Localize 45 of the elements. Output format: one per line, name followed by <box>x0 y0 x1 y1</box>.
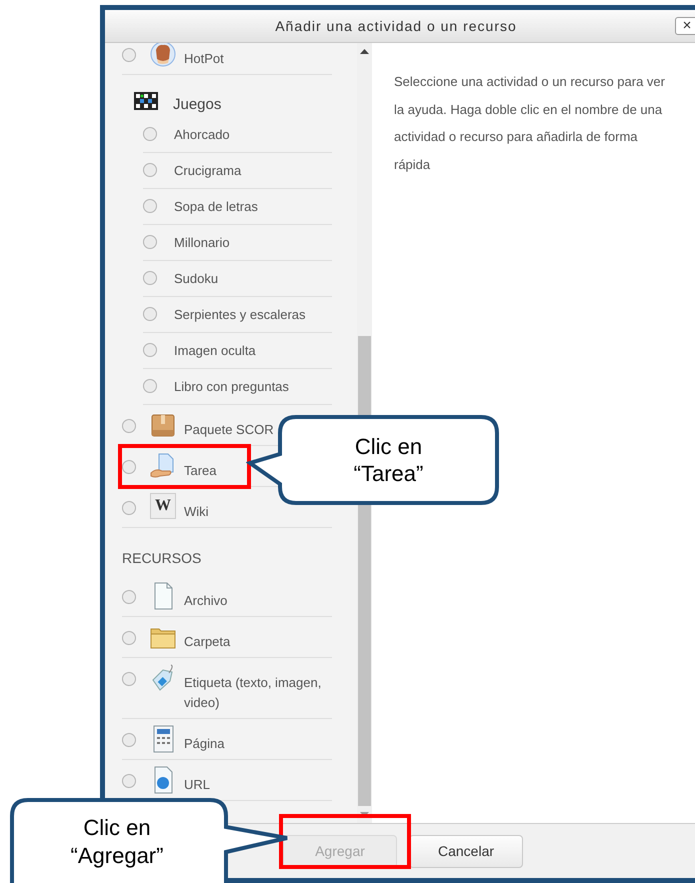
activity-label[interactable]: Carpeta <box>184 623 332 652</box>
activity-label[interactable]: Millonario <box>174 230 332 255</box>
radio-button[interactable] <box>143 127 157 141</box>
hand-document-icon <box>150 452 176 480</box>
activity-label[interactable]: Libro con preguntas <box>174 374 332 399</box>
radio-button[interactable] <box>143 235 157 249</box>
section-heading: RECURSOS <box>122 549 202 568</box>
radio-button[interactable] <box>143 343 157 357</box>
radio-button[interactable] <box>122 631 136 645</box>
fist-icon <box>150 43 176 68</box>
radio-button[interactable] <box>122 733 136 747</box>
radio-button[interactable] <box>143 307 157 321</box>
callout-text: Clic en “Tarea” <box>352 432 424 488</box>
activity-label[interactable]: Sopa de letras <box>174 194 332 219</box>
scroll-down-icon[interactable] <box>360 812 369 817</box>
activity-label[interactable]: Crucigrama <box>174 158 332 183</box>
radio-button[interactable] <box>122 774 136 788</box>
activity-label[interactable]: HotPot <box>184 43 332 69</box>
group-heading: Juegos <box>173 94 222 112</box>
radio-button[interactable] <box>122 590 136 604</box>
cancel-button[interactable]: Cancelar <box>409 834 523 868</box>
radio-button[interactable] <box>122 460 136 474</box>
radio-button[interactable] <box>122 501 136 515</box>
activity-label[interactable]: Etiqueta (texto, imagen, video) <box>184 664 332 713</box>
activity-label[interactable]: Serpientes y escaleras <box>174 302 332 327</box>
activity-label[interactable]: Imagen oculta <box>174 338 332 363</box>
radio-button[interactable] <box>143 199 157 213</box>
activity-label[interactable]: Archivo <box>184 582 332 611</box>
activity-label[interactable]: URL <box>184 766 332 795</box>
radio-button[interactable] <box>143 163 157 177</box>
scroll-up-icon[interactable] <box>360 49 369 54</box>
radio-button[interactable] <box>143 271 157 285</box>
dialog-title: Añadir una actividad o un recurso <box>274 18 518 34</box>
wiki-icon: W <box>150 493 176 519</box>
activity-label[interactable]: Ahorcado <box>174 122 332 147</box>
radio-button[interactable] <box>122 419 136 433</box>
radio-button[interactable] <box>143 379 157 393</box>
activity-label[interactable]: Página <box>184 725 332 754</box>
radio-button[interactable] <box>122 672 136 686</box>
activity-label[interactable]: Wiki <box>184 493 332 522</box>
close-button[interactable]: × <box>675 17 695 35</box>
activity-label[interactable]: Sudoku <box>174 266 332 291</box>
help-text: Seleccione una actividad o un recurso para ver la ayuda. Haga doble clic en el nombre de una actividad o recurso para añadirla de forma rápida <box>393 73 666 174</box>
radio-button[interactable] <box>122 48 136 62</box>
callout-text: Clic en “Agregar” <box>70 814 164 869</box>
